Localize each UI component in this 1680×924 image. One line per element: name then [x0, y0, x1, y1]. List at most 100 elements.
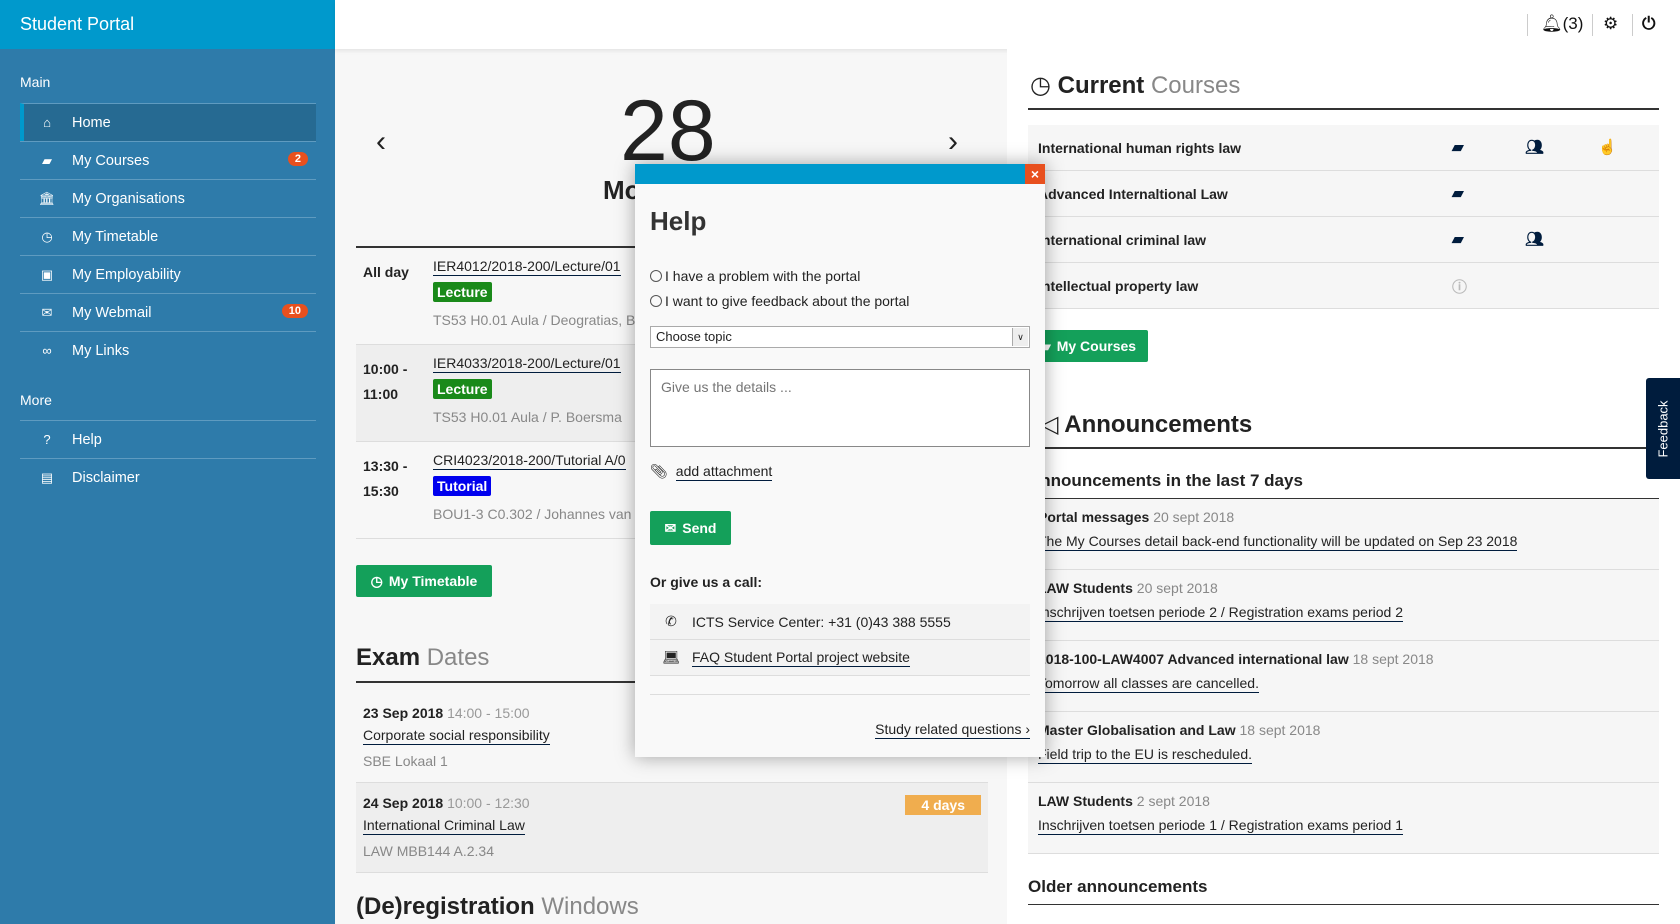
info-icon[interactable]: ⓘ — [1452, 276, 1467, 297]
my-courses-button[interactable]: ▰ My Courses — [1028, 330, 1148, 362]
announcement-link[interactable]: Field trip to the EU is rescheduled. — [1038, 746, 1252, 764]
event-type-tag: Tutorial — [433, 476, 492, 496]
study-questions-link[interactable]: Study related questions › — [875, 721, 1030, 739]
course-row[interactable]: Advanced Internaltional Law ▰ — [1028, 171, 1659, 217]
document-icon: ▤ — [40, 469, 54, 485]
feedback-radio[interactable]: I want to give feedback about the portal — [650, 293, 909, 309]
hand-icon[interactable]: ☝ — [1598, 138, 1617, 156]
sidebar-item-my-webmail[interactable]: ✉ My Webmail 10 — [20, 293, 316, 331]
settings-gear-icon[interactable]: ⚙ — [1603, 14, 1618, 34]
problem-radio[interactable]: I have a problem with the portal — [650, 268, 860, 284]
prev-day-chevron-left-icon[interactable]: ‹ — [376, 125, 386, 159]
exam-course-link[interactable]: Corporate social responsibility — [363, 727, 550, 745]
section-more-label: More — [20, 392, 52, 408]
home-icon: ⌂ — [43, 115, 51, 130]
countdown-badge: 4 days — [905, 795, 981, 815]
notifications-button[interactable]: 🔔︎(3) — [1541, 14, 1583, 34]
book-icon[interactable]: ▰ — [1452, 184, 1464, 202]
sidebar-item-my-organisations[interactable]: 🏛 My Organisations — [20, 179, 316, 217]
course-row[interactable]: International human rights law ▰ 👥︎ ☝ — [1028, 125, 1659, 171]
announcement-item: Portal messages 20 sept 2018 The My Cours… — [1028, 499, 1659, 570]
radio-button[interactable] — [650, 270, 662, 282]
announcement-link[interactable]: Inschrijven toetsen periode 2 / Registra… — [1038, 604, 1403, 622]
laptop-icon: 💻︎ — [662, 649, 680, 665]
divider — [1527, 14, 1528, 36]
notification-count: (3) — [1562, 14, 1584, 33]
announcement-link[interactable]: Tomorrow all classes are cancelled. — [1038, 675, 1259, 693]
sidebar-item-help[interactable]: ? Help — [20, 420, 316, 458]
send-button[interactable]: ✉ Send — [650, 511, 731, 545]
announcement-item: LAW Students 2 sept 2018 Inschrijven toet… — [1028, 783, 1659, 854]
sidebar-item-my-employability[interactable]: ▣ My Employability — [20, 255, 316, 293]
sidebar: Student Portal Main More ⌂ Home ▰ My Course… — [0, 0, 335, 924]
sidebar-item-my-timetable[interactable]: ◷ My Timetable — [20, 217, 316, 255]
divider — [1632, 14, 1633, 36]
divider — [1592, 14, 1593, 36]
sidebar-item-disclaimer[interactable]: ▤ Disclaimer — [20, 458, 316, 496]
event-link[interactable]: IER4033/2018-200/Lecture/01 — [433, 355, 621, 373]
add-attachment[interactable]: 📎︎ add attachment — [650, 463, 773, 481]
topic-select[interactable]: Choose topic ∨ — [650, 326, 1030, 348]
event-link[interactable]: CRI4023/2018-200/Tutorial A/0 — [433, 452, 626, 470]
sidebar-item-my-courses[interactable]: ▰ My Courses 2 — [20, 141, 316, 179]
exam-row: 24 Sep 2018 10:00 - 12:30 International C… — [356, 783, 988, 873]
next-day-chevron-right-icon[interactable]: › — [948, 125, 958, 159]
announcement-link[interactable]: The My Courses detail back-end functiona… — [1038, 533, 1518, 551]
power-logout-icon[interactable]: ⏻ — [1642, 14, 1655, 34]
recent-announcements-label: Announcements in the last 7 days — [1028, 471, 1303, 490]
link-icon: ∞ — [42, 343, 52, 358]
event-location: TS53 H0.01 Aula / Deogratias, Ber — [433, 312, 648, 328]
book-icon[interactable]: ▰ — [1452, 138, 1464, 156]
phone-row: ✆ ICTS Service Center: +31 (0)43 388 5555 — [650, 604, 1030, 640]
help-modal: × Help I have a problem with the portal … — [635, 164, 1045, 757]
top-bar: 🔔︎(3) ⚙ ⏻ — [335, 0, 1680, 49]
course-row[interactable]: International criminal law ▰ 👥︎ — [1028, 217, 1659, 263]
paperclip-icon: 📎︎ — [650, 463, 668, 479]
bell-icon: 🔔︎ — [1541, 14, 1563, 33]
course-row[interactable]: Intellectual property law ⓘ — [1028, 263, 1659, 309]
older-announcements-link[interactable]: Older announcements — [1028, 877, 1207, 897]
deregistration-heading: (De)registration Windows — [356, 893, 639, 920]
event-type-tag: Lecture — [433, 379, 492, 399]
count-badge: 2 — [287, 152, 308, 166]
envelope-icon: ✉ — [41, 304, 53, 320]
event-location: TS53 H0.01 Aula / P. Boersma — [433, 409, 622, 425]
book-icon: ▰ — [42, 152, 52, 168]
briefcase-icon: ▣ — [40, 266, 54, 282]
sidebar-item-my-links[interactable]: ∞ My Links — [20, 331, 316, 369]
group-icon[interactable]: 👥︎ — [1525, 230, 1544, 248]
divider — [1028, 904, 1659, 905]
day-number: 28 — [620, 83, 716, 179]
announcement-link[interactable]: Inschrijven toetsen periode 1 / Registra… — [1038, 817, 1403, 835]
divider — [650, 694, 1030, 695]
event-link[interactable]: IER4012/2018-200/Lecture/01 — [433, 258, 621, 276]
institution-icon: 🏛 — [38, 190, 56, 206]
sidebar-item-home[interactable]: ⌂ Home — [20, 103, 316, 141]
clock-icon: ◷ — [41, 228, 53, 244]
details-textarea[interactable] — [650, 369, 1030, 447]
app-title[interactable]: Student Portal — [0, 0, 335, 49]
exam-course-link[interactable]: International Criminal Law — [363, 817, 525, 835]
close-icon[interactable]: × — [1025, 164, 1045, 184]
call-label: Or give us a call: — [650, 574, 763, 590]
modal-title-bar — [635, 164, 1045, 184]
radio-button[interactable] — [650, 295, 662, 307]
phone-icon: ✆ — [665, 613, 677, 629]
exam-dates-heading: Exam Dates — [356, 644, 490, 671]
clock-icon: ◷ — [1030, 72, 1051, 99]
clock-icon: ◷ — [370, 572, 383, 589]
my-timetable-button[interactable]: ◷ My Timetable — [356, 565, 492, 597]
announcement-item: 2018-100-LAW4007 Advanced international … — [1028, 641, 1659, 712]
envelope-icon: ✉ — [664, 519, 677, 536]
faq-link[interactable]: FAQ Student Portal project website — [692, 649, 910, 667]
count-badge: 10 — [281, 304, 308, 318]
divider — [1028, 108, 1659, 110]
faq-row: 💻︎ FAQ Student Portal project website — [650, 640, 1030, 676]
event-location: BOU1-3 C0.302 / Johannes van St — [433, 506, 649, 522]
feedback-tab[interactable]: Feedback — [1646, 378, 1680, 479]
announcements-heading: ◁ Announcements — [1040, 411, 1253, 438]
book-icon[interactable]: ▰ — [1452, 230, 1464, 248]
group-icon[interactable]: 👥︎ — [1525, 138, 1544, 156]
chevron-down-icon: ∨ — [1012, 328, 1028, 346]
announcement-item: LAW Students 20 sept 2018 Inschrijven toe… — [1028, 570, 1659, 641]
